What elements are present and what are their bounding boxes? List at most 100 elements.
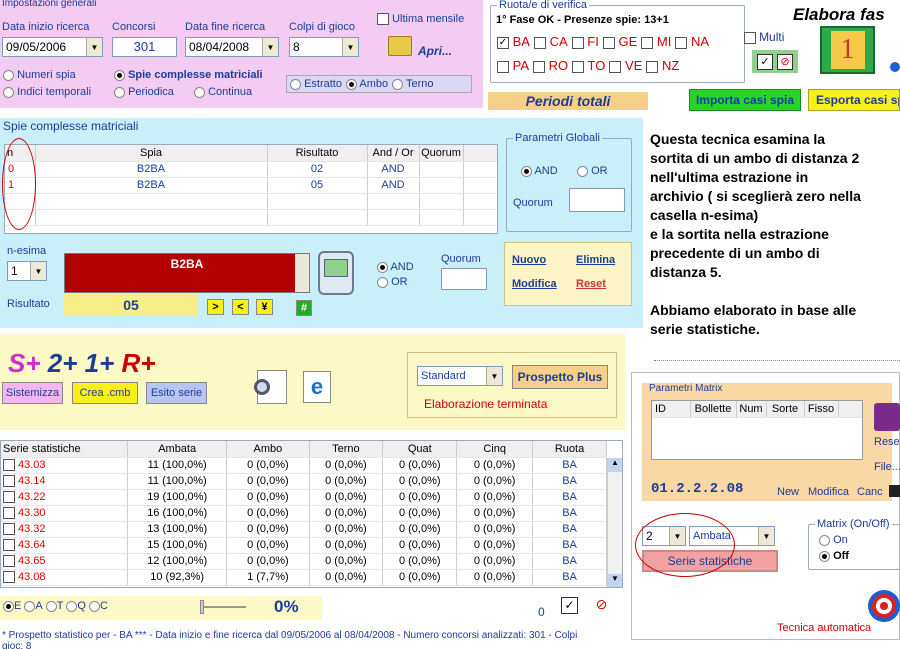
- ruota-ca[interactable]: CA: [533, 34, 568, 49]
- book-icon[interactable]: [874, 403, 900, 431]
- table-row[interactable]: 43.64 15 (100,0%) 0 (0,0%) 0 (0,0%) 0 (0,0%)…: [1, 537, 607, 554]
- table-row[interactable]: 43.22 19 (100,0%) 0 (0,0%) 0 (0,0%) 0 (0,0%)…: [1, 489, 607, 506]
- table-row[interactable]: 43.65 12 (100,0%) 0 (0,0%) 0 (0,0%) 0 (0,0%)…: [1, 553, 607, 570]
- ruota-pa[interactable]: PA: [497, 58, 529, 73]
- prospetto-plus-button[interactable]: Prospetto Plus: [512, 365, 608, 389]
- radio-matrix-off[interactable]: Off: [819, 550, 849, 562]
- col-id: ID: [652, 401, 691, 418]
- data-fine-select[interactable]: 08/04/2008 ▼: [185, 37, 279, 57]
- matrix-reset-link[interactable]: Reset: [874, 436, 900, 448]
- elabora-button[interactable]: 1: [820, 26, 875, 74]
- next-button[interactable]: >: [207, 299, 224, 315]
- nuovo-link[interactable]: Nuovo: [512, 254, 546, 266]
- check-icon[interactable]: ✓: [561, 597, 578, 614]
- spia-display[interactable]: B2BA: [64, 253, 310, 293]
- matrix-file-link[interactable]: File...: [874, 461, 900, 473]
- prev-button[interactable]: <: [232, 299, 249, 315]
- radio-nesima-and[interactable]: AND: [377, 261, 414, 273]
- apri-link[interactable]: Apri...: [418, 44, 452, 58]
- radio-global-or[interactable]: OR: [577, 165, 608, 177]
- ruota-ge[interactable]: GE: [602, 34, 637, 49]
- table-row[interactable]: 43.08 10 (92,3%) 1 (7,7%) 0 (0,0%) 0 (0,0%) 0…: [1, 569, 607, 586]
- nesima-select[interactable]: 1 ▼: [7, 261, 47, 281]
- importa-casi-spia-button[interactable]: Importa casi spia: [689, 89, 801, 111]
- radio-matrix-on[interactable]: On: [819, 534, 848, 546]
- esito-serie-button[interactable]: Esito serie: [146, 382, 207, 404]
- ruota-fi[interactable]: FI: [571, 34, 599, 49]
- colpi-select[interactable]: 8 ▼: [289, 37, 359, 57]
- crea-cmb-button[interactable]: Crea .cmb: [72, 382, 138, 404]
- reset-link[interactable]: Reset: [576, 278, 606, 290]
- ruota-ro[interactable]: RO: [533, 58, 568, 73]
- modifica-link[interactable]: Modifica: [512, 278, 557, 290]
- progress-slider[interactable]: [200, 600, 246, 614]
- row-checkbox[interactable]: [3, 571, 15, 584]
- yen-button[interactable]: ¥: [256, 299, 273, 315]
- global-quorum-input[interactable]: [569, 188, 625, 212]
- elimina-link[interactable]: Elimina: [576, 254, 615, 266]
- table-row[interactable]: 0 B2BA 02 AND: [5, 161, 497, 178]
- radio-global-and[interactable]: AND: [521, 165, 558, 177]
- row-checkbox[interactable]: [3, 459, 15, 472]
- radio-continua[interactable]: Continua: [194, 86, 252, 98]
- ruota-na[interactable]: NA: [675, 34, 709, 49]
- ultima-mensile-checkbox[interactable]: Ultima mensile: [377, 13, 464, 26]
- matrix-new-link[interactable]: New: [777, 486, 799, 498]
- radio-e[interactable]: E: [3, 600, 21, 612]
- row-checkbox[interactable]: [3, 555, 15, 568]
- radio-nesima-or[interactable]: OR: [377, 276, 408, 288]
- row-checkbox[interactable]: [3, 475, 15, 488]
- radio-ambo[interactable]: Ambo: [345, 78, 388, 90]
- count-zero: 0: [538, 605, 545, 619]
- check-icon[interactable]: ✓: [757, 53, 773, 70]
- radio-terno[interactable]: Terno: [392, 78, 434, 90]
- browser-icon[interactable]: e: [303, 371, 331, 403]
- ruota-ve[interactable]: VE: [609, 58, 642, 73]
- table-row[interactable]: 43.30 16 (100,0%) 0 (0,0%) 0 (0,0%) 0 (0,0%)…: [1, 505, 607, 522]
- row-checkbox[interactable]: [3, 539, 15, 552]
- radio-c[interactable]: C: [88, 600, 108, 612]
- folder-icon[interactable]: [388, 36, 412, 56]
- annotation-ellipse: [635, 513, 735, 577]
- table-row[interactable]: 43.03 11 (100,0%) 0 (0,0%) 0 (0,0%) 0 (0,0%)…: [1, 457, 607, 474]
- cancel-icon[interactable]: ⊘: [593, 597, 610, 614]
- matrix-modifica-link[interactable]: Modifica: [808, 486, 849, 498]
- phone-icon: [318, 251, 354, 295]
- radio-indici-temporali[interactable]: Indici temporali: [3, 86, 91, 98]
- radio-spie-complesse[interactable]: Spie complesse matriciali: [114, 69, 263, 81]
- table-row[interactable]: 43.14 11 (100,0%) 0 (0,0%) 0 (0,0%) 0 (0,0%)…: [1, 473, 607, 490]
- hash-button[interactable]: #: [296, 300, 312, 316]
- data-inizio-select[interactable]: 09/05/2006 ▼: [2, 37, 103, 57]
- table-row[interactable]: 1 B2BA 05 AND: [5, 177, 497, 194]
- row-checkbox[interactable]: [3, 491, 15, 504]
- concorsi-input[interactable]: 301: [112, 37, 177, 57]
- nesima-quorum-input[interactable]: [441, 268, 487, 290]
- target-icon[interactable]: [868, 590, 900, 622]
- radio-q[interactable]: Q: [66, 600, 86, 612]
- radio-a[interactable]: A: [24, 600, 43, 612]
- cancel-icon[interactable]: ⊘: [777, 53, 793, 70]
- radio-numeri-spia[interactable]: Numeri spia: [3, 69, 76, 81]
- multi-checkbox[interactable]: Multi: [744, 30, 784, 45]
- radio-periodica[interactable]: Periodica: [114, 86, 174, 98]
- sistemizza-button[interactable]: Sistemizza: [2, 382, 63, 404]
- risultato-input[interactable]: 05: [64, 294, 198, 316]
- standard-select[interactable]: Standard ▼: [417, 366, 503, 386]
- save-icon[interactable]: [889, 485, 900, 497]
- ruota-mi[interactable]: MI: [641, 34, 671, 49]
- ruota-to[interactable]: TO: [572, 58, 605, 73]
- table-row[interactable]: 43.32 13 (100,0%) 0 (0,0%) 0 (0,0%) 0 (0,0%)…: [1, 521, 607, 538]
- esporta-casi-spia-button[interactable]: Esporta casi sp: [808, 89, 900, 111]
- ruota-nz[interactable]: NZ: [646, 58, 679, 73]
- serie-scrollbar[interactable]: ▲ ▼: [607, 458, 622, 587]
- ruota-title: Ruota/e di verifica: [497, 0, 590, 11]
- matrix-canc-link[interactable]: Canc: [857, 486, 883, 498]
- chevron-down-icon: ▼: [262, 38, 278, 56]
- row-checkbox[interactable]: [3, 523, 15, 536]
- search-document-icon[interactable]: [254, 370, 287, 404]
- scrollbar[interactable]: [295, 254, 309, 292]
- ruota-ba[interactable]: ✓ BA: [497, 34, 530, 49]
- radio-estratto[interactable]: Estratto: [290, 78, 342, 90]
- row-checkbox[interactable]: [3, 507, 15, 520]
- radio-t[interactable]: T: [45, 600, 63, 612]
